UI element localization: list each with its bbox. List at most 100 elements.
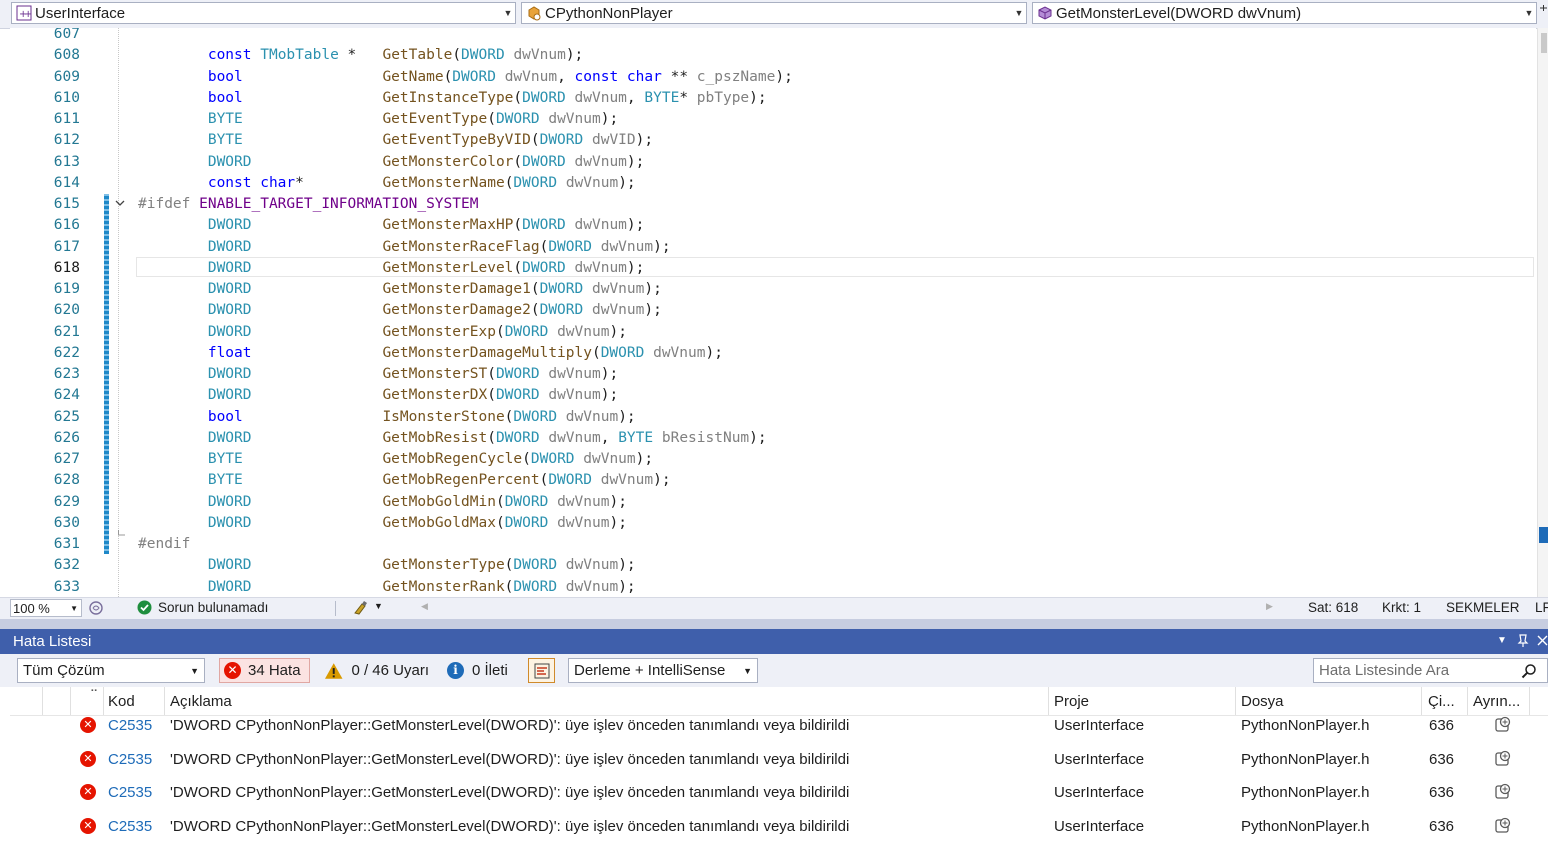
tabs-indicator[interactable]: SEKMELER xyxy=(1446,600,1520,615)
member-name: GetMonsterLevel(DWORD dwVnum) xyxy=(1056,4,1302,22)
column-header-suppression[interactable]: Ayrın... xyxy=(1473,693,1520,710)
code-token: DWORD xyxy=(522,89,566,106)
code-line[interactable]: BYTE GetMobRegenCycle(DWORD dwVnum); xyxy=(138,451,653,467)
code-line[interactable]: DWORD GetMobGoldMin(DWORD dwVnum); xyxy=(138,494,627,510)
code-token: GetMonsterExp xyxy=(382,323,496,340)
column-header-line[interactable]: Çi... xyxy=(1428,693,1455,710)
project-dropdown[interactable]: + + UserInterface ▼ xyxy=(11,2,516,24)
brain-icon[interactable] xyxy=(88,600,104,616)
code-line[interactable]: bool GetInstanceType(DWORD dwVnum, BYTE*… xyxy=(138,90,767,106)
code-line[interactable]: bool GetName(DWORD dwVnum, const char **… xyxy=(138,69,793,85)
warnings-filter-button[interactable]: 0 / 46 Uyarı xyxy=(321,658,429,683)
scroll-marker xyxy=(1539,527,1548,543)
code-line[interactable]: DWORD GetMonsterMaxHP(DWORD dwVnum); xyxy=(138,217,645,234)
show-online-help-icon[interactable] xyxy=(1494,816,1512,834)
code-line[interactable]: DWORD GetMonsterRaceFlag(DWORD dwVnum); xyxy=(138,239,671,255)
code-token: const char xyxy=(574,68,662,85)
error-code-link[interactable]: C2535 xyxy=(108,751,152,768)
class-dropdown[interactable]: CPythonNonPlayer ▼ xyxy=(521,2,1027,24)
error-code-link[interactable]: C2535 xyxy=(108,784,152,801)
code-token: DWORD xyxy=(522,217,566,234)
code-line[interactable]: #ifdef ENABLE_TARGET_INFORMATION_SYSTEM xyxy=(138,196,478,212)
code-line[interactable]: DWORD GetMonsterDamage2(DWORD dwVnum); xyxy=(138,302,662,318)
search-icon[interactable] xyxy=(1521,663,1537,679)
error-row[interactable]: ✕ C2535 'DWORD CPythonNonPlayer::GetMonste… xyxy=(10,743,1548,776)
code-token: ); xyxy=(600,387,619,404)
code-line[interactable]: DWORD GetMonsterRank(DWORD dwVnum); xyxy=(138,579,636,595)
error-row[interactable]: ✕ C2535 'DWORD CPythonNonPlayer::GetMonste… xyxy=(10,810,1548,843)
code-token: GetMonsterDamage2 xyxy=(382,302,531,319)
column-header-file[interactable]: Dosya xyxy=(1241,693,1284,710)
show-online-help-icon[interactable] xyxy=(1494,715,1512,733)
show-online-help-icon[interactable] xyxy=(1494,782,1512,800)
error-code-link[interactable]: C2535 xyxy=(108,818,152,835)
issues-status[interactable]: Sorun bulunamadı xyxy=(158,600,268,615)
error-row[interactable]: ✕ C2535 'DWORD CPythonNonPlayer::GetMonste… xyxy=(10,776,1548,809)
chevron-down-icon[interactable]: ▼ xyxy=(374,601,383,611)
code-line[interactable]: BYTE GetEventTypeByVID(DWORD dwVID); xyxy=(138,132,653,148)
code-line[interactable]: DWORD GetMonsterDX(DWORD dwVnum); xyxy=(138,387,618,403)
line-number: 633 xyxy=(53,578,80,595)
column-header-code[interactable]: Kod xyxy=(108,693,135,710)
scope-dropdown[interactable]: Tüm Çözüm ▼ xyxy=(17,658,205,683)
code-line[interactable]: BYTE GetMobRegenPercent(DWORD dwVnum); xyxy=(138,472,671,488)
code-token: GetMobRegenCycle xyxy=(382,451,523,467)
window-menu-icon[interactable]: ▼ xyxy=(1497,635,1507,646)
code-line[interactable]: DWORD GetMonsterST(DWORD dwVnum); xyxy=(138,366,618,382)
code-token: DWORD xyxy=(530,451,575,467)
code-line[interactable]: const TMobTable * GetTable(DWORD dwVnum)… xyxy=(138,47,583,63)
pin-icon[interactable] xyxy=(1517,634,1529,648)
vertical-scrollbar[interactable] xyxy=(1537,28,1548,597)
column-header-project[interactable]: Proje xyxy=(1054,693,1089,710)
search-input[interactable]: Hata Listesinde Ara xyxy=(1314,662,1521,679)
chevron-down-icon: ▼ xyxy=(70,603,78,613)
line-indicator[interactable]: Sat: 618 xyxy=(1308,600,1358,615)
sort-indicator-icon[interactable]: ⠉ xyxy=(90,688,98,701)
code-token: GetMonsterDamageMultiply xyxy=(382,344,592,361)
code-line[interactable]: #endif xyxy=(138,536,190,552)
code-token: ); xyxy=(653,238,671,255)
member-dropdown[interactable]: GetMonsterLevel(DWORD dwVnum) ▼ xyxy=(1032,2,1537,24)
cleanup-brush-icon[interactable] xyxy=(352,600,370,616)
close-icon[interactable] xyxy=(1537,635,1548,647)
build-filter-dropdown[interactable]: Derleme + IntelliSense ▼ xyxy=(568,658,758,683)
zoom-dropdown[interactable]: 100 % ▼ xyxy=(10,599,82,617)
scroll-right-icon[interactable]: ▶ xyxy=(1266,601,1273,612)
filter-toggle-button[interactable] xyxy=(528,658,555,683)
scrollbar-thumb[interactable] xyxy=(1541,33,1547,53)
code-line[interactable]: float GetMonsterDamageMultiply(DWORD dwV… xyxy=(138,345,723,361)
code-token: dwVnum xyxy=(600,238,654,255)
code-line[interactable]: const char* GetMonsterName(DWORD dwVnum)… xyxy=(138,175,636,191)
column-header-description[interactable]: Açıklama xyxy=(170,693,232,710)
code-line[interactable]: BYTE GetEventType(DWORD dwVnum); xyxy=(138,111,618,127)
show-online-help-icon[interactable] xyxy=(1494,749,1512,767)
line-number: 610 xyxy=(53,89,80,106)
panel-splitter[interactable] xyxy=(0,619,1548,629)
collapse-icon[interactable] xyxy=(114,198,126,208)
code-line[interactable]: DWORD GetMonsterColor(DWORD dwVnum); xyxy=(138,154,645,170)
split-button[interactable] xyxy=(1539,4,1548,24)
messages-filter-button[interactable]: i 0 İleti xyxy=(443,658,518,683)
line-number: 621 xyxy=(53,323,80,340)
column-indicator[interactable]: Krkt: 1 xyxy=(1382,600,1421,615)
code-token: dwVnum xyxy=(574,217,627,234)
error-code-link[interactable]: C2535 xyxy=(108,717,152,734)
line-ending-indicator[interactable]: LF xyxy=(1535,600,1548,615)
scroll-left-icon[interactable]: ◀ xyxy=(421,601,428,612)
code-line[interactable]: DWORD GetMobResist(DWORD dwVnum, BYTE bR… xyxy=(138,430,767,446)
code-line[interactable]: DWORD GetMobGoldMax(DWORD dwVnum); xyxy=(138,515,627,531)
error-row[interactable]: ✕ C2535 'DWORD CPythonNonPlayer::GetMonste… xyxy=(10,709,1548,742)
code-line[interactable]: DWORD GetMonsterType(DWORD dwVnum); xyxy=(138,557,636,573)
errors-filter-button[interactable]: ✕ 34 Hata xyxy=(219,658,310,683)
code-token: dwVnum xyxy=(565,408,619,425)
code-editor[interactable]: 607 608 const TMobTable * GetTable(DWORD … xyxy=(10,28,1536,597)
code-token: dwVnum xyxy=(591,302,645,319)
code-line[interactable]: DWORD GetMonsterDamage1(DWORD dwVnum); xyxy=(138,281,662,297)
code-token: ); xyxy=(644,302,662,319)
code-line[interactable]: DWORD GetMonsterLevel(DWORD dwVnum); xyxy=(138,260,645,276)
code-line[interactable]: DWORD GetMonsterExp(DWORD dwVnum); xyxy=(138,324,627,340)
code-line[interactable]: bool IsMonsterStone(DWORD dwVnum); xyxy=(138,409,636,425)
search-box[interactable]: Hata Listesinde Ara xyxy=(1313,658,1548,683)
